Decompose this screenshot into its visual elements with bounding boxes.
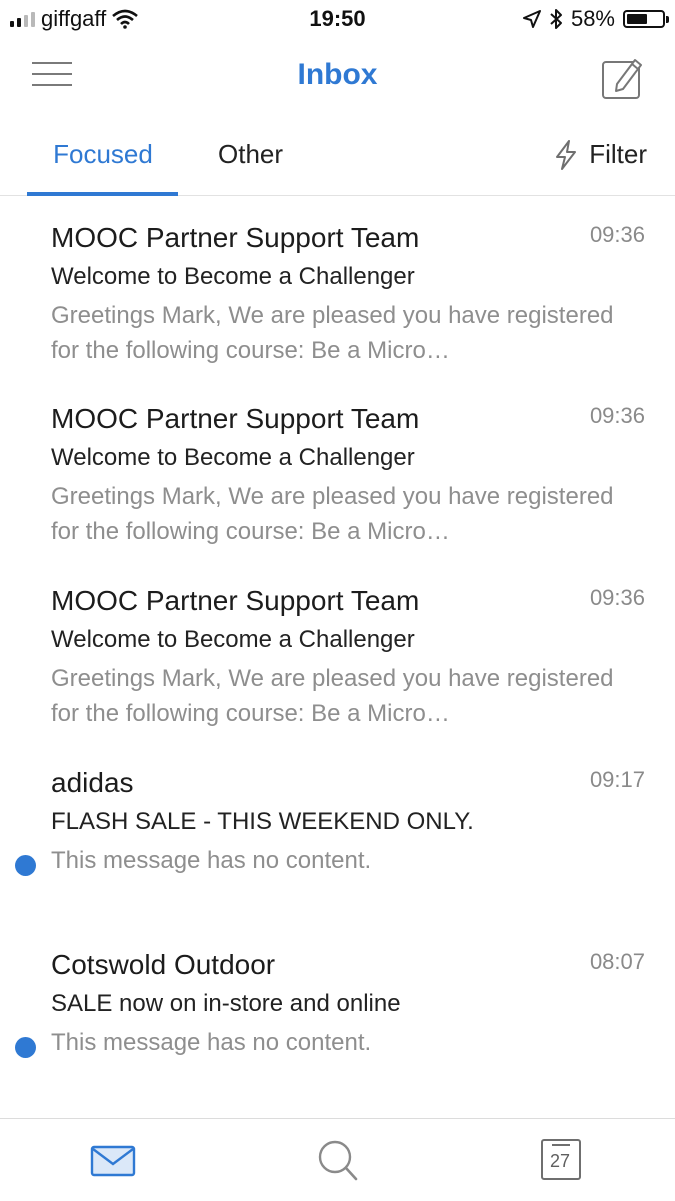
message-item[interactable]: adidas 09:17 FLASH SALE - THIS WEEKEND O… bbox=[0, 741, 675, 921]
message-time: 09:36 bbox=[589, 585, 645, 610]
tab-other[interactable]: Other bbox=[218, 139, 283, 170]
inbox-tabs: Focused Other Filter bbox=[0, 125, 675, 196]
message-time: 09:17 bbox=[589, 767, 645, 792]
battery-percent: 58% bbox=[570, 6, 615, 31]
message-item[interactable]: MOOC Partner Support Team 09:36 Welcome … bbox=[0, 196, 675, 376]
message-time: 09:36 bbox=[589, 222, 645, 247]
message-preview: Greetings Mark, We are pleased you have … bbox=[51, 665, 614, 727]
app-header: Inbox bbox=[0, 40, 675, 114]
message-subject: Welcome to Become a Challenger bbox=[51, 263, 415, 290]
bluetooth-icon bbox=[550, 9, 562, 29]
battery-icon bbox=[623, 10, 669, 28]
message-sender: Cotswold Outdoor bbox=[51, 949, 276, 980]
battery-level-fill bbox=[627, 14, 647, 24]
calendar-icon[interactable]: 27 bbox=[540, 1137, 582, 1183]
calendar-day: 27 bbox=[549, 1151, 571, 1171]
lightning-icon bbox=[556, 139, 577, 170]
message-preview: Greetings Mark, We are pleased you have … bbox=[51, 483, 614, 545]
page-title: Inbox bbox=[297, 58, 378, 91]
message-subject: Welcome to Become a Challenger bbox=[51, 626, 415, 653]
message-subject: FLASH SALE - THIS WEEKEND ONLY. bbox=[51, 808, 474, 835]
message-sender: adidas bbox=[51, 767, 134, 798]
unread-dot-icon bbox=[15, 855, 36, 876]
location-arrow-icon bbox=[522, 10, 541, 28]
search-icon[interactable] bbox=[313, 1137, 363, 1183]
message-item[interactable]: MOOC Partner Support Team 09:36 Welcome … bbox=[0, 377, 675, 557]
message-sender: MOOC Partner Support Team bbox=[51, 585, 420, 616]
message-time: 09:36 bbox=[589, 403, 645, 428]
status-right: 58% bbox=[522, 6, 669, 32]
message-item[interactable]: MOOC Partner Support Team 09:36 Welcome … bbox=[0, 559, 675, 739]
message-sender: MOOC Partner Support Team bbox=[51, 222, 420, 253]
compose-icon[interactable] bbox=[601, 56, 645, 100]
bottom-nav: 27 bbox=[0, 1118, 675, 1201]
filter-label: Filter bbox=[589, 139, 647, 169]
message-preview: Greetings Mark, We are pleased you have … bbox=[51, 302, 614, 364]
message-subject: Welcome to Become a Challenger bbox=[51, 444, 415, 471]
message-item[interactable]: Cotswold Outdoor 08:07 SALE now on in-st… bbox=[0, 923, 675, 1103]
mail-icon[interactable] bbox=[88, 1137, 138, 1183]
message-subject: SALE now on in-store and online bbox=[51, 990, 401, 1017]
status-bar: giffgaff 19:50 58% bbox=[0, 0, 675, 40]
filter-button[interactable]: Filter bbox=[555, 139, 647, 170]
message-preview: This message has no content. bbox=[51, 1029, 372, 1056]
tab-focused[interactable]: Focused bbox=[28, 139, 178, 170]
unread-dot-icon bbox=[15, 1037, 36, 1058]
message-time: 08:07 bbox=[589, 949, 645, 974]
message-sender: MOOC Partner Support Team bbox=[51, 403, 420, 434]
message-preview: This message has no content. bbox=[51, 847, 372, 874]
